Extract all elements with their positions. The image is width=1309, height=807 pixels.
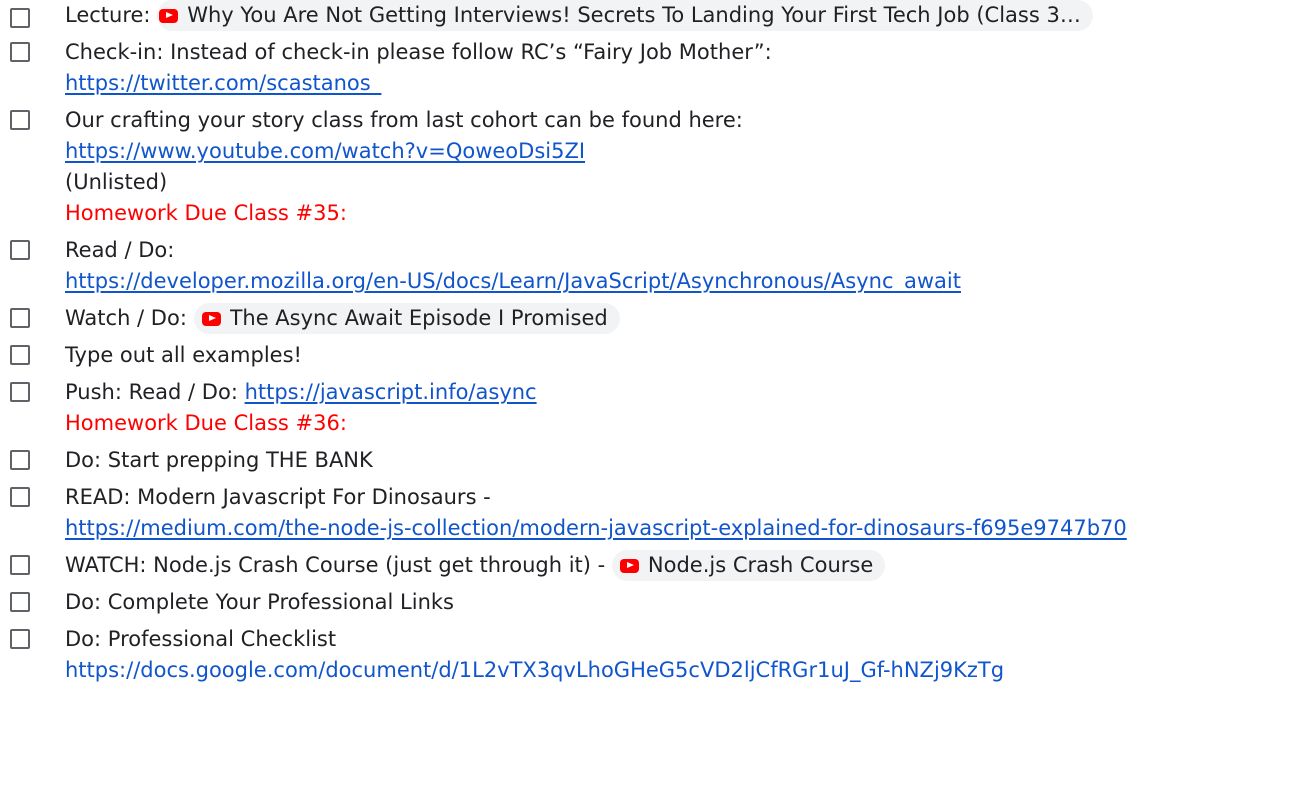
checkbox-icon[interactable] [10,592,30,612]
crafting-text: Our crafting your story class from last … [65,108,743,132]
professional-links-text: Do: Complete Your Professional Links [65,590,454,614]
document-body: Lecture: Why You Are Not Getting Intervi… [0,0,1309,807]
homework-heading-36: Homework Due Class #36: [65,411,347,435]
unlisted-note: (Unlisted) [65,170,168,194]
checkbox-icon[interactable] [10,382,30,402]
chip-title: Node.js Crash Course [647,553,874,577]
checklist-item-read-do: Read / Do: https://developer.mozilla.org… [0,235,1309,297]
watch-do-label: Watch / Do: [65,306,194,330]
read-do-label: Read / Do: [65,238,175,262]
youtube-chip-lecture[interactable]: Why You Are Not Getting Interviews! Secr… [157,0,1093,31]
checkbox-icon[interactable] [10,42,30,62]
checkbox-icon[interactable] [10,110,30,130]
twitter-link[interactable]: https://twitter.com/scastanos_ [65,71,381,95]
checklist-item-type-out: Type out all examples! [0,340,1309,371]
google-docs-link[interactable]: https://docs.google.com/document/d/1L2vT… [65,658,1004,682]
checkbox-icon[interactable] [10,629,30,649]
checkbox-icon[interactable] [10,240,30,260]
checklist-item-checkin: Check-in: Instead of check-in please fol… [0,37,1309,99]
checklist-item-push: Push: Read / Do: https://javascript.info… [0,377,1309,408]
checkbox-icon[interactable] [10,8,30,28]
checkbox-icon[interactable] [10,345,30,365]
mdn-link[interactable]: https://developer.mozilla.org/en-US/docs… [65,269,961,293]
checkbox-icon[interactable] [10,450,30,470]
youtube-chip-node[interactable]: Node.js Crash Course [611,550,886,581]
checklist-item-professional-checklist: Do: Professional Checklist https://docs.… [0,624,1309,686]
chip-title: Why You Are Not Getting Interviews! Secr… [187,3,1081,27]
bank-text: Do: Start prepping THE BANK [65,448,373,472]
medium-link[interactable]: https://medium.com/the-node-js-collectio… [65,516,1127,540]
youtube-chip-async[interactable]: The Async Await Episode I Promised [193,303,620,334]
type-out-text: Type out all examples! [65,343,302,367]
dinosaurs-label: READ: Modern Javascript For Dinosaurs - [65,485,491,509]
checklist-item-lecture: Lecture: Why You Are Not Getting Intervi… [0,0,1309,31]
checklist-item-bank: Do: Start prepping THE BANK [0,445,1309,476]
checkbox-icon[interactable] [10,487,30,507]
checkin-text: Check-in: Instead of check-in please fol… [65,40,772,64]
professional-checklist-label: Do: Professional Checklist [65,627,337,651]
youtube-icon [619,558,639,573]
node-label: WATCH: Node.js Crash Course (just get th… [65,553,612,577]
checklist-item-node: WATCH: Node.js Crash Course (just get th… [0,550,1309,581]
chip-title: The Async Await Episode I Promised [229,306,608,330]
youtube-icon [159,8,179,23]
youtube-link[interactable]: https://www.youtube.com/watch?v=QoweoDsi… [65,139,585,163]
homework-heading-35: Homework Due Class #35: [65,201,347,225]
lecture-label: Lecture: [65,3,158,27]
checkbox-icon[interactable] [10,308,30,328]
checkbox-icon[interactable] [10,555,30,575]
youtube-icon [201,311,221,326]
javascript-info-link[interactable]: https://javascript.info/async [245,380,537,404]
checklist-item-professional-links: Do: Complete Your Professional Links [0,587,1309,618]
checklist-item-crafting: Our crafting your story class from last … [0,105,1309,198]
push-label: Push: Read / Do: [65,380,245,404]
checklist-item-dinosaurs: READ: Modern Javascript For Dinosaurs - … [0,482,1309,544]
checklist-item-watch-do: Watch / Do: The Async Await Episode I Pr… [0,303,1309,334]
